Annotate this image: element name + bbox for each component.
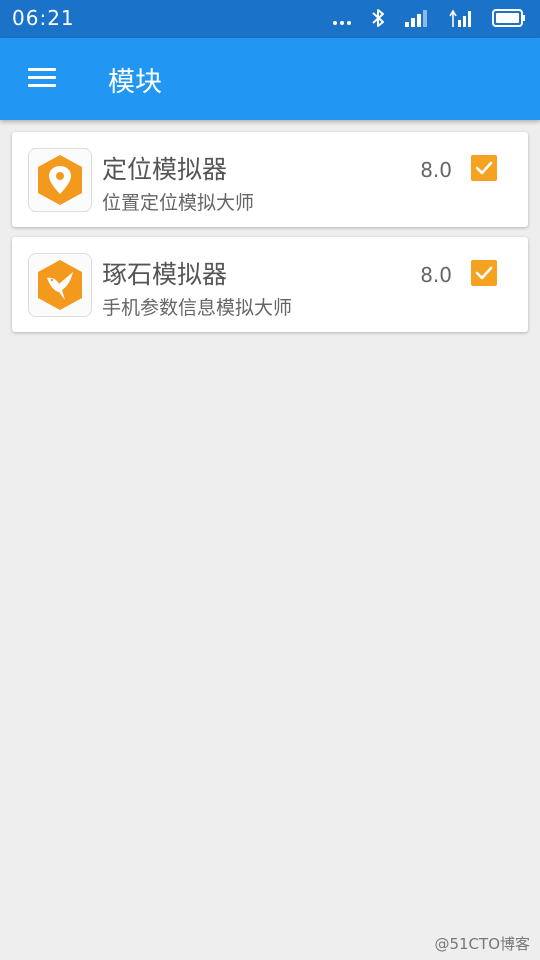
battery-icon [492,9,525,27]
checkmark-icon [475,266,493,280]
watermark: @51CTO博客 [434,935,530,953]
status-icons [332,7,526,29]
module-card[interactable]: 琢石模拟器 手机参数信息模拟大师 8.0 [12,237,528,332]
signal-icon [405,10,427,27]
module-list: 定位模拟器 位置定位模拟大师 8.0 琢石模拟器 手机参数信息模拟大师 8.0 [12,132,528,342]
status-time: 06:21 [12,6,75,30]
module-version: 8.0 [420,263,452,287]
hummingbird-icon [28,253,92,317]
module-enable-checkbox[interactable] [471,260,497,286]
location-pin-icon [28,148,92,212]
menu-icon[interactable] [28,66,56,90]
page-title: 模块 [108,67,162,98]
module-title: 琢石模拟器 [102,260,228,289]
signal-data-icon [449,9,471,27]
module-description: 手机参数信息模拟大师 [102,297,293,319]
module-description: 位置定位模拟大师 [102,192,255,214]
module-version: 8.0 [420,158,452,182]
bluetooth-icon [372,9,384,27]
checkmark-icon [475,161,493,175]
module-enable-checkbox[interactable] [471,155,497,181]
module-title: 定位模拟器 [102,155,228,184]
module-card[interactable]: 定位模拟器 位置定位模拟大师 8.0 [12,132,528,227]
status-bar: 06:21 [0,0,540,38]
more-dots-icon [333,21,351,25]
app-bar: 模块 [0,38,540,120]
